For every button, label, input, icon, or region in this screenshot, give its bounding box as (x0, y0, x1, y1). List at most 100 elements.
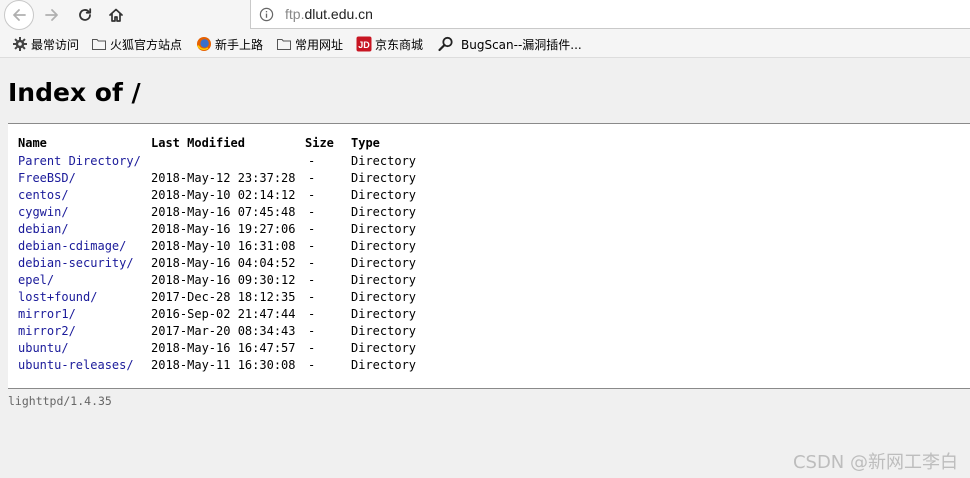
bookmark-label: 新手上路 (215, 37, 264, 52)
directory-link[interactable]: debian-cdimage/ (18, 239, 126, 253)
entry-size-cell: - (308, 171, 316, 185)
entry-type-cell: Directory (351, 171, 417, 185)
directory-link[interactable]: debian-security/ (18, 256, 134, 270)
table-row: mirror1/2016-Sep-02 21:47:44- Directory (18, 306, 416, 323)
table-row: cygwin/2018-May-16 07:45:48- Directory (18, 204, 416, 221)
column-header-name[interactable]: Name (18, 134, 151, 153)
entry-last-modified-cell: 2016-Sep-02 21:47:44 (151, 307, 296, 321)
folder-icon (277, 39, 291, 50)
bookmarks-toolbar: 最常访问 火狐官方站点 新手上路 常用网址 JD 京东商城 BugScan--漏… (0, 30, 970, 58)
entry-type-cell: Directory (351, 273, 417, 287)
entry-type-cell: Directory (351, 307, 417, 321)
watermark: CSDN @新网工李白 (792, 452, 958, 473)
table-row: ubuntu-releases/2018-May-11 16:30:08- Dir… (18, 357, 416, 374)
entry-name-cell: ubuntu/ (18, 340, 151, 357)
entry-size-cell: - (308, 307, 316, 321)
table-row: epel/2018-May-16 09:30:12- Directory (18, 272, 416, 289)
table-row: debian-cdimage/2018-May-10 16:31:08- Dire… (18, 238, 416, 255)
bookmark-label: 火狐官方站点 (110, 37, 183, 52)
back-button[interactable] (4, 0, 34, 30)
url-domain: dlut.edu.cn (304, 6, 373, 22)
entry-type-cell: Directory (351, 188, 417, 202)
svg-text:JD: JD (358, 40, 370, 50)
entry-size-cell: - (308, 188, 316, 202)
entry-last-modified-cell: 2018-May-16 04:04:52 (151, 256, 296, 270)
entry-name-cell: debian-cdimage/ (18, 238, 151, 255)
table-row: Parent Directory/ - Directory (18, 153, 416, 170)
bookmark-label: BugScan--漏洞插件... (461, 37, 582, 52)
table-row: centos/2018-May-10 02:14:12- Directory (18, 187, 416, 204)
column-header-type[interactable]: Type (351, 134, 416, 153)
bookmark-label: 常用网址 (295, 37, 344, 52)
entry-last-modified-cell: 2018-May-10 02:14:12 (151, 188, 296, 202)
reload-icon (79, 8, 92, 21)
entry-size-cell: - (308, 154, 316, 168)
directory-link[interactable]: centos/ (18, 188, 69, 202)
url-prefix: ftp. (285, 6, 305, 22)
entry-size-cell: - (308, 222, 316, 236)
url-text[interactable]: ftp.dlut.edu.cn (285, 6, 373, 22)
bookmark-label: 最常访问 (31, 37, 80, 52)
entry-type-cell: Directory (351, 324, 417, 338)
entry-name-cell: ubuntu-releases/ (18, 357, 151, 374)
page-content: Index of / Name Last Modified Size Type … (0, 58, 970, 478)
bookmark-most-visited[interactable]: 最常访问 (12, 35, 79, 53)
directory-link[interactable]: lost+found/ (18, 290, 97, 304)
entry-last-modified-cell: 2018-May-11 16:30:08 (151, 358, 296, 372)
entry-last-modified-cell: 2018-May-16 16:47:57 (151, 341, 296, 355)
entry-type-cell: Directory (351, 256, 417, 270)
home-icon (109, 8, 123, 22)
entry-type-cell: Directory (351, 239, 417, 253)
reload-button[interactable] (71, 2, 99, 28)
directory-listing: Name Last Modified Size Type Parent Dire… (8, 124, 970, 388)
column-header-last-modified[interactable]: Last Modified (151, 134, 305, 153)
entry-name-cell: mirror1/ (18, 306, 151, 323)
address-bar[interactable]: ftp.dlut.edu.cn (250, 0, 970, 29)
entry-size-cell: - (308, 290, 316, 304)
entry-size-cell: - (308, 239, 316, 253)
table-row: debian/2018-May-16 19:27:06- Directory (18, 221, 416, 238)
entry-last-modified-cell (151, 153, 305, 170)
directory-link[interactable]: cygwin/ (18, 205, 69, 219)
forward-button[interactable] (38, 2, 66, 28)
server-signature: lighttpd/1.4.35 (8, 394, 112, 408)
entry-name-cell: lost+found/ (18, 289, 151, 306)
directory-link[interactable]: epel/ (18, 273, 54, 287)
bookmark-jd-mall[interactable]: JD 京东商城 (356, 35, 423, 53)
entry-name-cell: centos/ (18, 187, 151, 204)
folder-icon (92, 39, 106, 50)
entry-size-cell: - (308, 358, 316, 372)
entry-size-cell: - (308, 273, 316, 287)
bookmark-getting-started[interactable]: 新手上路 (196, 35, 263, 53)
bookmark-label: 京东商城 (375, 37, 424, 52)
entry-last-modified-cell: 2018-May-10 16:31:08 (151, 239, 296, 253)
table-row: lost+found/2017-Dec-28 18:12:35- Director… (18, 289, 416, 306)
directory-link[interactable]: mirror2/ (18, 324, 76, 338)
directory-link[interactable]: ubuntu/ (18, 341, 69, 355)
bookmark-common-sites[interactable]: 常用网址 (276, 35, 343, 53)
entry-name-cell: debian-security/ (18, 255, 151, 272)
entry-size-cell: - (308, 205, 316, 219)
entry-type-cell: Directory (351, 341, 417, 355)
column-header-size[interactable]: Size (305, 134, 351, 153)
home-button[interactable] (102, 2, 130, 28)
entry-last-modified-cell: 2017-Dec-28 18:12:35 (151, 290, 296, 304)
bookmark-bugscan[interactable]: BugScan--漏洞插件... (437, 35, 582, 53)
directory-link[interactable]: ubuntu-releases/ (18, 358, 134, 372)
entry-type-cell: Directory (351, 205, 417, 219)
directory-link[interactable]: mirror1/ (18, 307, 76, 321)
gear-icon (13, 37, 27, 51)
entry-name-cell: FreeBSD/ (18, 170, 151, 187)
entry-name-cell: epel/ (18, 272, 151, 289)
directory-link[interactable]: Parent Directory/ (18, 154, 141, 168)
directory-link[interactable]: FreeBSD/ (18, 171, 76, 185)
info-icon[interactable] (259, 7, 274, 22)
table-header-row: Name Last Modified Size Type (18, 134, 416, 153)
directory-table: Name Last Modified Size Type Parent Dire… (18, 134, 416, 374)
entry-size-cell: - (308, 256, 316, 270)
directory-link[interactable]: debian/ (18, 222, 69, 236)
entry-name-cell: cygwin/ (18, 204, 151, 221)
bookmark-firefox-official[interactable]: 火狐官方站点 (91, 35, 182, 53)
entry-name-cell: mirror2/ (18, 323, 151, 340)
table-row: debian-security/2018-May-16 04:04:52- Dir… (18, 255, 416, 272)
